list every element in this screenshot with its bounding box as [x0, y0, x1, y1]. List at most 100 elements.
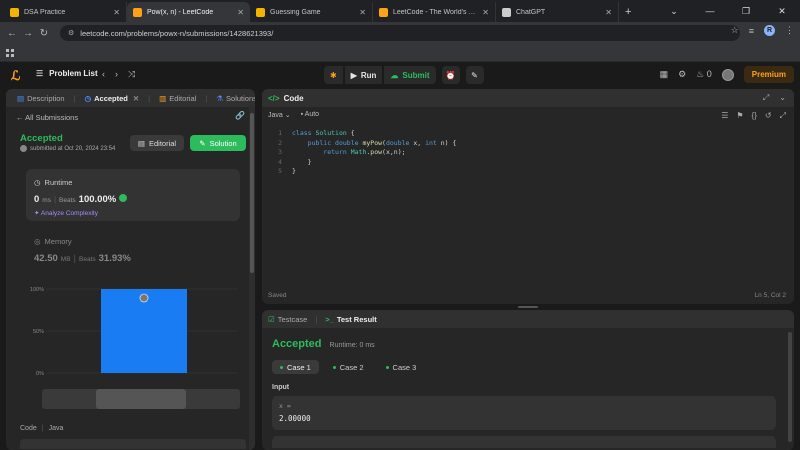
chart-range-handle[interactable] [96, 389, 186, 409]
back-icon[interactable]: ← [4, 28, 20, 39]
browser-tab[interactable]: ChatGPT ✕ [496, 2, 619, 22]
edit-icon: ✎ [199, 138, 206, 148]
scrollbar-thumb[interactable] [250, 113, 254, 273]
layout-icon[interactable]: ▦ [660, 69, 669, 80]
tab-label: Description [27, 93, 65, 103]
tab-label: Solutions [226, 93, 255, 103]
memory-beats-value: 31.93% [98, 253, 131, 264]
browser-tab[interactable]: DSA Practice ✕ [4, 2, 127, 22]
all-submissions-link[interactable]: ← All Submissions [16, 113, 78, 122]
expand-icon[interactable]: ⤢ [763, 93, 769, 103]
tab-description[interactable]: ▤ Description [12, 94, 70, 103]
site-info-icon[interactable]: ⚙ [68, 29, 74, 37]
tab-solutions[interactable]: ⚗ Solutions [211, 94, 255, 103]
tab-accepted[interactable]: ◷ Accepted ✕ [80, 94, 145, 103]
tab-close-icon[interactable]: ✕ [237, 8, 244, 17]
code-brackets-icon: </> [268, 93, 280, 103]
tab-close-icon[interactable]: ✕ [113, 8, 120, 17]
close-tab-icon[interactable]: ✕ [133, 94, 139, 103]
auto-mode-toggle[interactable]: ▪ Auto [301, 111, 319, 119]
minimize-button[interactable]: — [692, 0, 728, 22]
pass-dot-icon [385, 365, 389, 369]
test-result-tab[interactable]: >_ Test Result [325, 315, 376, 324]
maximize-button[interactable]: ❐ [728, 0, 764, 22]
premium-button[interactable]: Premium [743, 66, 794, 83]
run-button[interactable]: ▶ Run [344, 66, 383, 84]
code-editor[interactable]: 1 class Solution {2 public double myPow(d… [268, 129, 456, 177]
notes-button[interactable]: ✎ [465, 66, 484, 84]
submit-label: Submit [402, 70, 430, 80]
language-select[interactable]: Java ⌄ [268, 111, 291, 119]
test-panel-scrollbar[interactable] [788, 332, 792, 442]
prev-problem-icon[interactable]: ‹ [102, 69, 105, 80]
next-problem-icon[interactable]: › [115, 69, 118, 80]
line-number: 1 [278, 129, 282, 137]
code-language: Java [48, 425, 64, 432]
submission-panel: ▤ Description | ◷ Accepted ✕ | ▥ Editorial | ⚗ Solu… [6, 89, 255, 450]
streak-counter[interactable]: ♨ 0 [696, 69, 712, 80]
bookmark-icon[interactable]: ⚑ [736, 111, 743, 121]
beats-badge-icon [119, 194, 128, 202]
format-icon[interactable]: ☰ [721, 111, 728, 121]
close-window-button[interactable]: ✕ [764, 0, 800, 22]
address-bar-row: ← → ↻ ⚙ leetcode.com/problems/powx-n/sub… [0, 22, 800, 44]
divider: | [73, 93, 76, 103]
case-tab-1[interactable]: Case 1 [272, 360, 319, 374]
extensions-icon[interactable]: ≡ [749, 26, 754, 36]
apps-grid-icon[interactable] [6, 49, 14, 57]
shuffle-icon[interactable]: ⤨ [128, 69, 135, 80]
fullscreen-icon[interactable]: ⤢ [780, 111, 786, 121]
submitted-info: submitted at Oct 20, 2024 23:54 [20, 145, 115, 152]
memory-chip-icon: ◎ [34, 237, 41, 246]
tab-title: LeetCode - The World's Leadi... [393, 8, 478, 16]
settings-icon[interactable]: ⚙ [678, 69, 686, 80]
chevron-down-icon[interactable]: ⌄ [779, 93, 786, 103]
braces-icon[interactable]: {} [752, 111, 757, 121]
test-panel-tabs: ☑ Testcase | >_ Test Result [262, 310, 794, 328]
timer-button[interactable]: ⏰ [441, 66, 460, 84]
debug-button[interactable]: ✱ [324, 66, 343, 84]
tab-close-icon[interactable]: ✕ [605, 8, 612, 17]
profile-avatar[interactable]: R [764, 25, 775, 36]
runtime-card[interactable]: ◷ Runtime 0 ms | Beats 100.00% ✦ Analyze… [26, 169, 240, 221]
reset-icon[interactable]: ↺ [765, 111, 772, 121]
chart-range-slider[interactable] [42, 389, 240, 409]
tab-favicon-icon [256, 7, 265, 17]
tab-search-icon[interactable]: ⌄ [656, 0, 692, 22]
reload-icon[interactable]: ↻ [36, 28, 52, 39]
editorial-button[interactable]: ▤ Editorial [130, 135, 184, 151]
case-tab-2[interactable]: Case 2 [325, 360, 372, 374]
browser-tab[interactable]: Pow(x, n) - LeetCode ✕ [127, 2, 250, 22]
share-link-icon[interactable]: 🔗 [235, 111, 245, 120]
tab-close-icon[interactable]: ✕ [359, 8, 366, 17]
problem-list-button[interactable]: ☰ Problem List [36, 69, 98, 78]
input-value-box: x = 2.00000 [272, 396, 776, 430]
pass-dot-icon [280, 365, 283, 369]
new-tab-button[interactable]: + [625, 2, 631, 22]
tab-favicon-icon [10, 7, 19, 17]
submit-button[interactable]: ☁ Submit [384, 66, 436, 84]
browser-tab[interactable]: LeetCode - The World's Leadi... ✕ [373, 2, 496, 22]
case-tab-3[interactable]: Case 3 [378, 360, 425, 374]
solution-button[interactable]: ✎ Solution [190, 135, 246, 151]
testcase-tab[interactable]: ☑ Testcase [268, 315, 307, 324]
memory-tab[interactable]: ◎ Memory [34, 237, 72, 246]
tab-close-icon[interactable]: ✕ [482, 8, 489, 17]
user-avatar[interactable] [721, 68, 734, 81]
url-input[interactable]: ⚙ leetcode.com/problems/powx-n/submissio… [60, 25, 740, 41]
submission-status: Accepted [20, 133, 63, 144]
tab-editorial[interactable]: ▥ Editorial [154, 94, 201, 103]
panel-resize-handle[interactable] [518, 306, 538, 308]
left-panel-scrollbar[interactable] [249, 107, 255, 450]
browser-tab[interactable]: Guessing Game ✕ [250, 2, 373, 22]
problem-list-label: Problem List [49, 69, 98, 78]
bookmark-star-icon[interactable]: ☆ [731, 25, 739, 36]
code-line: 1 class Solution { [268, 129, 456, 139]
submitted-text: submitted at Oct 20, 2024 23:54 [30, 145, 116, 152]
analyze-complexity-link[interactable]: ✦ Analyze Complexity [34, 209, 98, 217]
play-icon: ▶ [350, 70, 357, 80]
forward-icon[interactable]: → [20, 28, 36, 39]
leetcode-logo-icon[interactable]: ℒ [11, 68, 20, 84]
browser-menu-icon[interactable]: ⋮ [785, 25, 794, 36]
tab-title: Guessing Game [270, 8, 321, 16]
